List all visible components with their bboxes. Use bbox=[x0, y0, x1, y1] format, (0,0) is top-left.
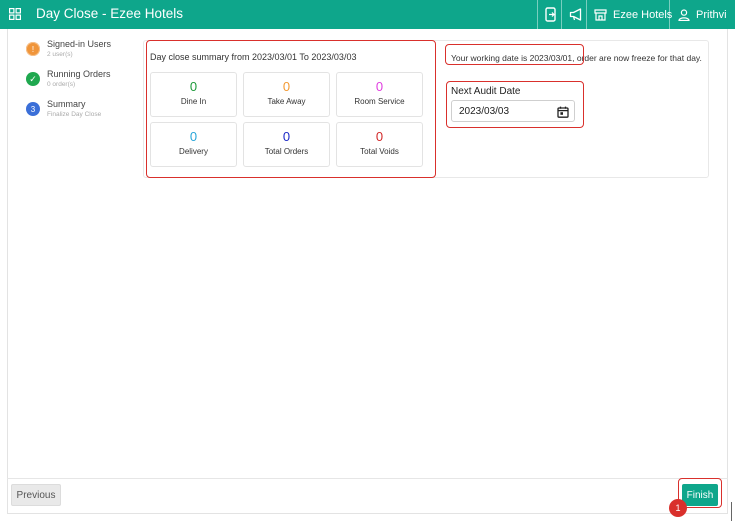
hotel-name: Ezee Hotels bbox=[613, 8, 673, 21]
store-icon bbox=[594, 8, 607, 21]
tile-total-orders: 0 Total Orders bbox=[243, 122, 330, 167]
next-audit-date-value: 2023/03/03 bbox=[459, 106, 510, 117]
day-close-stepper: ! Signed-in Users 2 user(s) ✓ Running Or… bbox=[26, 38, 141, 128]
tile-label: Take Away bbox=[267, 97, 306, 106]
top-bar: Day Close - Ezee Hotels Ezee Hotels Prit… bbox=[0, 0, 735, 29]
tile-delivery: 0 Delivery bbox=[150, 122, 237, 167]
user-name: Prithvi bbox=[696, 8, 727, 21]
tile-label: Total Orders bbox=[264, 147, 309, 156]
tile-dine-in: 0 Dine In bbox=[150, 72, 237, 117]
summary-title: Day close summary from 2023/03/01 To 202… bbox=[150, 52, 357, 62]
tile-value: 0 bbox=[375, 79, 384, 94]
previous-button[interactable]: Previous bbox=[11, 484, 61, 506]
hotel-selector[interactable]: Ezee Hotels bbox=[592, 0, 674, 29]
next-audit-date-label: Next Audit Date bbox=[451, 86, 521, 97]
divider bbox=[586, 0, 587, 29]
step-summary[interactable]: 3 Summary Finalize Day Close bbox=[26, 98, 141, 128]
next-audit-date-input[interactable]: 2023/03/03 bbox=[451, 100, 575, 122]
step-title: Running Orders bbox=[47, 69, 111, 79]
tile-value: 0 bbox=[282, 129, 291, 144]
divider bbox=[561, 0, 562, 29]
step-badge: 1 bbox=[669, 499, 687, 517]
tile-take-away: 0 Take Away bbox=[243, 72, 330, 117]
step-subtitle: 2 user(s) bbox=[47, 51, 73, 58]
grid-icon[interactable] bbox=[9, 8, 21, 20]
page-title: Day Close - Ezee Hotels bbox=[36, 6, 184, 21]
tile-value: 0 bbox=[189, 129, 198, 144]
step-running-orders[interactable]: ✓ Running Orders 0 order(s) bbox=[26, 68, 141, 98]
mobile-exit-button[interactable] bbox=[543, 0, 559, 29]
tile-label: Dine In bbox=[180, 97, 207, 106]
edge-line bbox=[731, 502, 732, 521]
divider bbox=[537, 0, 538, 29]
finish-button[interactable]: Finish bbox=[682, 484, 718, 506]
check-icon: ✓ bbox=[26, 72, 40, 86]
tile-label: Delivery bbox=[179, 147, 208, 156]
megaphone-icon bbox=[569, 8, 582, 21]
tile-value: 0 bbox=[375, 129, 384, 144]
announcement-button[interactable] bbox=[567, 0, 586, 29]
step-number: 3 bbox=[26, 102, 40, 116]
warning-icon: ! bbox=[26, 42, 40, 56]
divider bbox=[669, 0, 670, 29]
tile-value: 0 bbox=[189, 79, 198, 94]
tile-label: Room Service bbox=[354, 97, 405, 106]
tile-value: 0 bbox=[282, 79, 291, 94]
step-subtitle: 0 order(s) bbox=[47, 81, 76, 88]
tile-label: Total Voids bbox=[360, 147, 399, 156]
footer-divider bbox=[7, 478, 728, 479]
highlight-box bbox=[445, 44, 584, 65]
step-subtitle: Finalize Day Close bbox=[47, 111, 102, 118]
user-menu[interactable]: Prithvi bbox=[676, 0, 729, 29]
tile-room-service: 0 Room Service bbox=[336, 72, 423, 117]
mobile-exit-icon bbox=[545, 7, 556, 22]
user-icon bbox=[678, 8, 690, 21]
step-title: Summary bbox=[47, 99, 86, 109]
tile-total-voids: 0 Total Voids bbox=[336, 122, 423, 167]
step-title: Signed-in Users bbox=[47, 39, 112, 49]
step-signed-in-users[interactable]: ! Signed-in Users 2 user(s) bbox=[26, 38, 141, 68]
calendar-icon[interactable] bbox=[557, 106, 569, 118]
